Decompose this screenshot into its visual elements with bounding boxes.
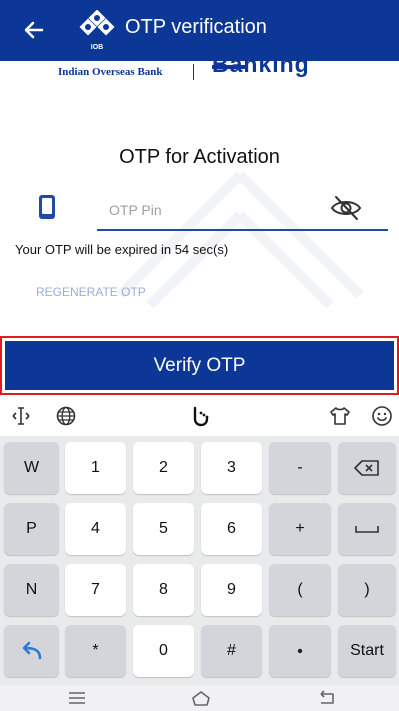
handwriting-icon[interactable] bbox=[189, 404, 213, 428]
mobile-phone-icon bbox=[39, 195, 55, 219]
key-p[interactable]: P bbox=[4, 503, 59, 555]
key-0[interactable]: 0 bbox=[133, 625, 194, 677]
back-arrow-icon[interactable] bbox=[20, 16, 48, 44]
regenerate-otp-link[interactable]: REGENERATE OTP bbox=[36, 285, 146, 299]
key-3[interactable]: 3 bbox=[201, 442, 262, 494]
key-star[interactable]: * bbox=[65, 625, 126, 677]
key-2[interactable]: 2 bbox=[133, 442, 194, 494]
keyboard-back-key[interactable] bbox=[4, 625, 59, 677]
key-7[interactable]: 7 bbox=[65, 564, 126, 616]
key-hash[interactable]: # bbox=[201, 625, 262, 677]
otp-heading: OTP for Activation bbox=[119, 146, 280, 168]
backspace-key[interactable] bbox=[338, 442, 396, 494]
iob-logo: IOB bbox=[79, 10, 115, 51]
key-start[interactable]: Start bbox=[338, 625, 396, 677]
key-plus[interactable]: + bbox=[269, 503, 331, 555]
numeric-keyboard: W 1 2 3 - P 4 5 6 + N 7 8 9 ( ) * 0 # St… bbox=[0, 436, 399, 685]
verify-button-highlight: Verify OTP bbox=[0, 336, 399, 395]
system-navigation-bar bbox=[0, 685, 399, 711]
logo-text: IOB bbox=[91, 44, 103, 51]
bank-name: Indian Overseas Bank bbox=[58, 66, 163, 78]
key-w[interactable]: W bbox=[4, 442, 59, 494]
menu-icon[interactable] bbox=[66, 689, 88, 707]
cursor-move-icon[interactable] bbox=[9, 404, 33, 428]
page-title: OTP verification bbox=[125, 16, 267, 38]
key-minus[interactable]: - bbox=[269, 442, 331, 494]
eye-off-icon[interactable] bbox=[329, 193, 363, 223]
otp-expiry-text: Your OTP will be expired in 54 sec(s) bbox=[15, 242, 229, 257]
undo-arrow-icon bbox=[22, 641, 41, 660]
space-key[interactable] bbox=[338, 503, 396, 555]
otp-pin-field bbox=[97, 190, 388, 231]
otp-pin-input[interactable] bbox=[107, 196, 311, 224]
key-period[interactable] bbox=[269, 625, 331, 677]
globe-icon[interactable] bbox=[54, 404, 78, 428]
banking-label: Banking bbox=[212, 61, 310, 77]
key-9[interactable]: 9 bbox=[201, 564, 262, 616]
home-icon[interactable] bbox=[190, 689, 212, 707]
emoji-icon[interactable] bbox=[370, 404, 394, 428]
key-left-paren[interactable]: ( bbox=[269, 564, 331, 616]
keyboard-toolbar bbox=[0, 396, 399, 436]
backspace-icon bbox=[354, 460, 379, 476]
key-4[interactable]: 4 bbox=[65, 503, 126, 555]
key-5[interactable]: 5 bbox=[133, 503, 194, 555]
period-dot bbox=[297, 648, 303, 654]
theme-shirt-icon[interactable] bbox=[328, 404, 352, 428]
verify-otp-button[interactable]: Verify OTP bbox=[5, 341, 394, 390]
key-n[interactable]: N bbox=[4, 564, 59, 616]
key-8[interactable]: 8 bbox=[133, 564, 194, 616]
back-icon[interactable] bbox=[316, 689, 338, 707]
bank-banner: Indian Overseas Bank Banking bbox=[0, 61, 399, 83]
key-6[interactable]: 6 bbox=[201, 503, 262, 555]
space-bar-icon bbox=[355, 526, 379, 533]
key-1[interactable]: 1 bbox=[65, 442, 126, 494]
key-right-paren[interactable]: ) bbox=[338, 564, 396, 616]
app-bar: IOB OTP verification bbox=[0, 0, 399, 61]
banner-divider bbox=[193, 64, 194, 80]
